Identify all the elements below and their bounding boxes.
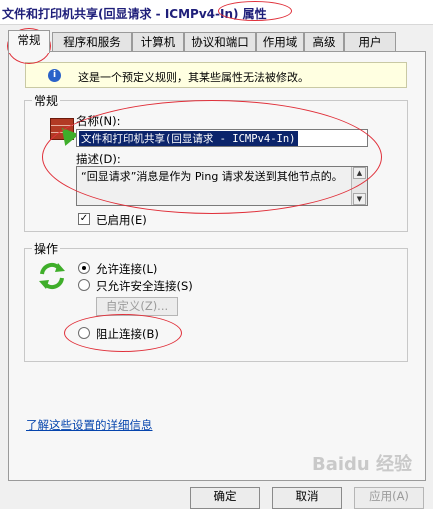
info-bar: i 这是一个预定义规则，其某些属性无法被修改。 — [25, 62, 407, 88]
learn-more-link[interactable]: 了解这些设置的详细信息 — [26, 417, 153, 433]
description-label: 描述(D): — [76, 152, 121, 166]
tab-computers[interactable]: 计算机 — [132, 32, 184, 51]
ok-button[interactable]: 确定 — [190, 487, 260, 509]
allow-secure-label: 只允许安全连接(S) — [96, 279, 193, 293]
window-title: 文件和打印机共享(回显请求 - ICMPv4-In) 属性 — [2, 7, 267, 21]
cancel-button[interactable]: 取消 — [272, 487, 342, 509]
title-bar: 文件和打印机共享(回显请求 - ICMPv4-In) 属性 — [0, 0, 433, 25]
allow-secure-radio[interactable] — [78, 279, 90, 291]
watermark: Baidu 经验 — [312, 454, 413, 475]
description-field[interactable]: “回显请求”消息是作为 Ping 请求发送到其他节点的。 ▲ ▼ — [76, 166, 368, 206]
name-field[interactable]: 文件和打印机共享(回显请求 - ICMPv4-In) — [76, 129, 368, 147]
allow-connection-radio[interactable] — [78, 262, 90, 274]
info-icon: i — [48, 69, 61, 82]
tab-strip: 常规 程序和服务 计算机 协议和端口 作用域 高级 用户 — [8, 30, 426, 53]
tab-advanced[interactable]: 高级 — [304, 32, 344, 51]
enabled-label: 已启用(E) — [96, 213, 147, 227]
tab-users[interactable]: 用户 — [344, 32, 396, 51]
info-text: 这是一个预定义规则，其某些属性无法被修改。 — [78, 71, 309, 84]
block-connection-radio[interactable] — [78, 327, 90, 339]
customize-button[interactable]: 自定义(Z)... — [96, 297, 178, 316]
tab-scope[interactable]: 作用域 — [256, 32, 304, 51]
block-connection-label: 阻止连接(B) — [96, 327, 159, 341]
allow-connection-label: 允许连接(L) — [96, 262, 158, 276]
tab-protocols-ports[interactable]: 协议和端口 — [184, 32, 256, 51]
name-value: 文件和打印机共享(回显请求 - ICMPv4-In) — [79, 131, 298, 146]
tab-programs-services[interactable]: 程序和服务 — [52, 32, 132, 51]
name-label: 名称(N): — [76, 114, 121, 128]
general-group-label: 常规 — [32, 92, 61, 109]
tab-general[interactable]: 常规 — [8, 30, 50, 53]
scroll-up-icon[interactable]: ▲ — [353, 167, 366, 179]
action-group-label: 操作 — [32, 240, 61, 257]
scroll-down-icon[interactable]: ▼ — [353, 193, 366, 205]
allow-action-icon — [39, 262, 65, 290]
description-value: “回显请求”消息是作为 Ping 请求发送到其他节点的。 — [81, 170, 343, 183]
apply-button[interactable]: 应用(A) — [354, 487, 424, 509]
enabled-checkbox[interactable]: ✓ — [78, 213, 90, 225]
description-scrollbar[interactable]: ▲ ▼ — [351, 167, 367, 205]
